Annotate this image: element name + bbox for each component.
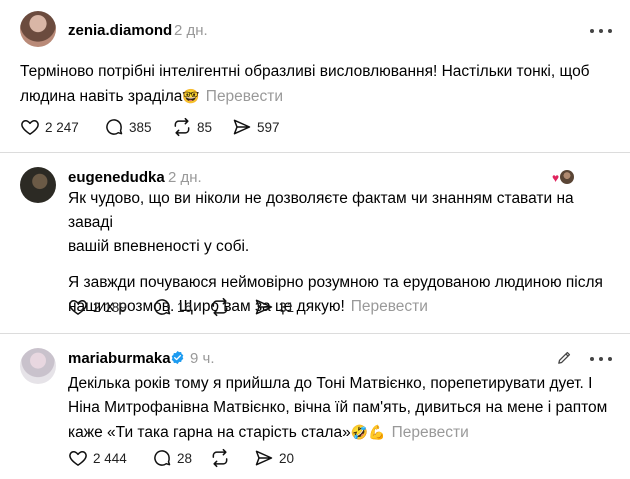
share-count: 597 bbox=[257, 119, 280, 135]
repost-count: 85 bbox=[197, 119, 213, 135]
share-button[interactable]: 597 bbox=[232, 117, 280, 137]
repost-button[interactable] bbox=[210, 448, 254, 468]
comment-icon bbox=[154, 299, 171, 315]
post-eugene: eugenedudka 2 дн. ♥ Як чудово, що ви нік… bbox=[0, 153, 630, 333]
more-options-icon[interactable] bbox=[590, 352, 612, 366]
avatar[interactable] bbox=[20, 167, 56, 203]
username[interactable]: mariaburmaka bbox=[68, 350, 171, 367]
post-text-line: вашій впевненості у собі. bbox=[68, 238, 250, 255]
post-text-line: Я завжди почуваюся неймовірно розумною т… bbox=[68, 274, 603, 291]
translate-link[interactable]: Перевести bbox=[351, 298, 428, 315]
comment-button[interactable]: 28 bbox=[152, 448, 210, 468]
share-button[interactable]: 31 bbox=[254, 297, 294, 317]
post-text-line-last: каже «Ти така гарна на старість стала»🤣💪… bbox=[68, 424, 469, 441]
share-icon bbox=[233, 119, 251, 135]
repost-icon bbox=[212, 448, 228, 468]
post-maria: mariaburmaka 9 ч. Декілька років тому я … bbox=[0, 334, 630, 479]
like-count: 2 444 bbox=[93, 450, 127, 466]
avatar[interactable] bbox=[20, 348, 56, 384]
like-count: 2 189 bbox=[93, 299, 127, 315]
post-text-line: Терміново потрібні інтелігентні образлив… bbox=[20, 63, 590, 80]
post-zenia: zenia.diamond 2 дн. Терміново потрібні і… bbox=[0, 0, 630, 150]
heart-icon bbox=[69, 451, 87, 466]
repost-icon bbox=[212, 297, 228, 317]
post-text-line: Декілька років тому я прийшла до Тоні Ма… bbox=[68, 375, 593, 392]
comment-count: 385 bbox=[129, 119, 152, 135]
post-actions: 2 189 16 31 bbox=[68, 296, 294, 318]
post-text: Терміново потрібні інтелігентні образлив… bbox=[20, 60, 620, 109]
heart-icon bbox=[69, 300, 87, 315]
liked-by-author-icon: ♥ bbox=[552, 170, 574, 186]
edit-pencil-icon[interactable] bbox=[556, 349, 573, 366]
comment-count: 16 bbox=[177, 299, 193, 315]
repost-button[interactable]: 85 bbox=[172, 117, 232, 137]
post-actions: 2 444 28 20 bbox=[68, 447, 294, 469]
comment-icon bbox=[106, 119, 123, 135]
post-text: Декілька років тому я прийшла до Тоні Ма… bbox=[68, 372, 623, 445]
like-button[interactable]: 2 189 bbox=[68, 297, 152, 317]
avatar[interactable] bbox=[20, 11, 56, 47]
like-button[interactable]: 2 247 bbox=[20, 117, 104, 137]
repost-icon bbox=[174, 117, 190, 137]
share-icon bbox=[255, 299, 273, 315]
emoji: 🤣💪 bbox=[350, 424, 386, 440]
repost-button[interactable] bbox=[210, 297, 254, 317]
share-icon bbox=[255, 450, 273, 466]
share-button[interactable]: 20 bbox=[254, 448, 294, 468]
timestamp[interactable]: 2 дн. bbox=[168, 169, 202, 186]
post-text-line-last: людина навіть зраділа🤓 Перевести bbox=[20, 88, 283, 105]
comment-button[interactable]: 385 bbox=[104, 117, 172, 137]
emoji: 🤓 bbox=[182, 88, 200, 104]
translate-link[interactable]: Перевести bbox=[206, 88, 283, 105]
share-count: 31 bbox=[279, 299, 295, 315]
heart-icon bbox=[21, 120, 39, 135]
more-options-icon[interactable] bbox=[590, 24, 612, 38]
comment-button[interactable]: 16 bbox=[152, 297, 210, 317]
verified-badge-icon bbox=[171, 350, 184, 365]
timestamp[interactable]: 9 ч. bbox=[190, 350, 215, 367]
post-text-line: Як чудово, що ви ніколи не дозволяєте фа… bbox=[68, 190, 574, 231]
timestamp[interactable]: 2 дн. bbox=[174, 22, 208, 39]
username[interactable]: eugenedudka bbox=[68, 169, 165, 186]
comment-count: 28 bbox=[177, 450, 193, 466]
like-count: 2 247 bbox=[45, 119, 79, 135]
share-count: 20 bbox=[279, 450, 295, 466]
post-actions: 2 247 385 85 597 bbox=[20, 116, 280, 138]
post-text-line: Ніна Митрофанівна Матвієнко, вічна їй па… bbox=[68, 399, 608, 416]
comment-icon bbox=[154, 450, 171, 466]
like-button[interactable]: 2 444 bbox=[68, 448, 152, 468]
translate-link[interactable]: Перевести bbox=[392, 424, 469, 441]
username[interactable]: zenia.diamond bbox=[68, 22, 172, 39]
